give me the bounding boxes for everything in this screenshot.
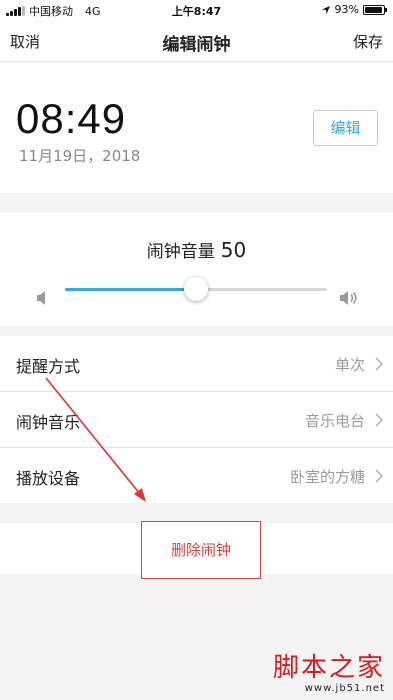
watermark-text: 脚本之家 xyxy=(272,653,385,683)
row-label: 播放设备 xyxy=(16,469,81,488)
delete-alarm-button[interactable]: 删除闹钟 xyxy=(141,521,261,579)
row-label: 闹钟音乐 xyxy=(16,413,81,432)
status-bar: 中国移动 4G 上午8:47 93% xyxy=(0,0,393,20)
reminder-mode-row[interactable]: 提醒方式 单次 xyxy=(0,336,393,391)
chevron-right-icon xyxy=(375,357,383,371)
volume-high-icon[interactable] xyxy=(339,290,359,306)
volume-card: 闹钟音量 50 xyxy=(0,213,393,326)
settings-list: 提醒方式 单次 闹钟音乐 音乐电台 播放设备 卧室的方糖 xyxy=(0,336,393,503)
alarm-date: 11月19日，2018 xyxy=(19,147,141,165)
row-value: 音乐电台 xyxy=(304,412,365,430)
row-value: 单次 xyxy=(334,356,365,374)
volume-label: 闹钟音量 xyxy=(146,242,215,262)
slider-thumb[interactable] xyxy=(184,277,208,301)
battery-fill xyxy=(365,6,382,13)
delete-area: 删除闹钟 xyxy=(0,521,393,579)
volume-slider[interactable] xyxy=(65,275,327,305)
volume-heading: 闹钟音量 50 xyxy=(0,237,393,262)
chevron-right-icon xyxy=(375,469,383,483)
slider-fill xyxy=(65,288,196,291)
chevron-right-icon xyxy=(375,413,383,427)
alarm-time: 08:49 xyxy=(16,95,127,142)
edit-time-button[interactable]: 编辑 xyxy=(313,110,378,146)
alarm-music-row[interactable]: 闹钟音乐 音乐电台 xyxy=(0,392,393,447)
location-arrow-icon xyxy=(321,5,330,14)
battery-percent: 93% xyxy=(334,3,359,16)
nav-bar: 取消 编辑闹钟 保存 xyxy=(0,20,393,62)
row-value: 卧室的方糖 xyxy=(289,468,365,486)
playback-device-row[interactable]: 播放设备 卧室的方糖 xyxy=(0,448,393,503)
alarm-time-card: 08:49 11月19日，2018 编辑 xyxy=(0,63,393,193)
save-button[interactable]: 保存 xyxy=(353,31,383,52)
watermark-logo: 脚本之家 www.jb51.net xyxy=(273,653,385,694)
battery-icon xyxy=(363,4,387,15)
volume-value: 50 xyxy=(220,238,247,262)
status-right: 93% xyxy=(321,3,387,16)
page-title: 编辑闹钟 xyxy=(162,35,231,55)
watermark-url: www.jb51.net xyxy=(304,683,385,694)
volume-low-icon[interactable] xyxy=(36,290,50,306)
row-label: 提醒方式 xyxy=(16,357,81,376)
